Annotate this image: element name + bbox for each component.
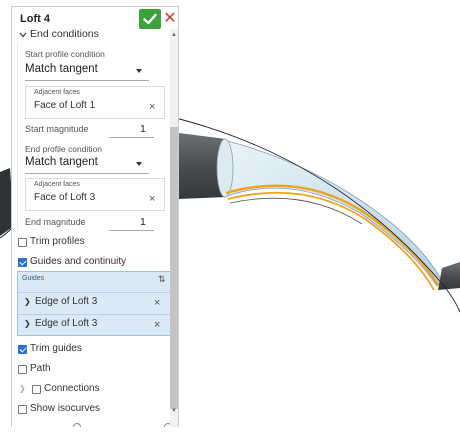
dialog-title: Loft 4	[20, 13, 50, 25]
end-profile-condition-label: End profile condition	[25, 144, 103, 154]
dialog-header: Loft 4 ✕	[12, 7, 178, 29]
chevron-down-icon[interactable]	[136, 69, 142, 73]
guides-list[interactable]: Guides ⇅ ❯ Edge of Loft 3 × ❯ Edge of Lo…	[17, 271, 172, 336]
remove-guide-icon[interactable]: ×	[154, 298, 160, 309]
start-profile-condition-select[interactable]: Match tangent	[25, 63, 98, 75]
guide-list-item[interactable]: ❯ Edge of Loft 3 ×	[18, 292, 171, 313]
guide-edge-1	[225, 184, 440, 286]
end-profile-condition-select[interactable]: Match tangent	[25, 156, 98, 168]
remove-guide-icon[interactable]: ×	[154, 320, 160, 331]
guides-and-continuity-checkbox[interactable]	[18, 258, 27, 267]
trim-guides-label[interactable]: Trim guides	[30, 343, 82, 354]
remove-start-face-icon[interactable]: ×	[149, 102, 155, 113]
guide-item-label[interactable]: Edge of Loft 3	[35, 296, 97, 307]
end-adjacent-faces-box[interactable]: Adjacent faces Face of Loft 3 ×	[25, 178, 165, 211]
cancel-button[interactable]: ✕	[163, 10, 177, 28]
end-conditions-section-label[interactable]: End conditions	[30, 28, 99, 40]
start-magnitude-underline	[109, 137, 154, 138]
connections-checkbox[interactable]	[32, 385, 41, 394]
end-adjacent-faces-label: Adjacent faces	[34, 181, 80, 188]
radio-icon[interactable]	[73, 423, 81, 427]
close-icon: ✕	[163, 10, 177, 27]
guide-item-label[interactable]: Edge of Loft 3	[35, 318, 97, 329]
trim-guides-checkbox[interactable]	[18, 345, 27, 354]
start-magnitude-label: Start magnitude	[25, 124, 89, 134]
start-profile-condition-label: Start profile condition	[25, 49, 105, 59]
end-adjacent-face-item[interactable]: Face of Loft 3	[34, 192, 95, 203]
end-select-underline	[25, 173, 149, 174]
check-icon	[143, 13, 157, 25]
trim-profiles-label[interactable]: Trim profiles	[30, 236, 85, 247]
trim-profiles-checkbox[interactable]	[18, 238, 27, 247]
guides-and-continuity-label[interactable]: Guides and continuity	[30, 256, 126, 267]
sort-icon[interactable]: ⇅	[158, 274, 166, 285]
accept-button[interactable]	[139, 9, 161, 29]
start-magnitude-input[interactable]: 1	[140, 123, 146, 135]
chevron-right-icon[interactable]: ❯	[19, 384, 26, 393]
loft-feature-dialog: Loft 4 ✕ End conditions Start profile co…	[11, 6, 179, 427]
end-magnitude-label: End magnitude	[25, 217, 86, 227]
guide-list-item[interactable]: ❯ Edge of Loft 3 ×	[18, 314, 171, 335]
connections-label[interactable]: Connections	[44, 383, 100, 394]
path-label[interactable]: Path	[30, 363, 51, 374]
chevron-down-icon[interactable]	[19, 32, 27, 38]
start-adjacent-faces-label: Adjacent faces	[34, 89, 80, 96]
show-isocurves-checkbox[interactable]	[18, 405, 27, 414]
panel-scrollbar-thumb[interactable]	[170, 127, 178, 409]
remove-end-face-icon[interactable]: ×	[149, 194, 155, 205]
scroll-up-icon[interactable]: ▲	[170, 32, 178, 38]
end-magnitude-underline	[109, 230, 154, 231]
chevron-right-icon[interactable]: ❯	[24, 319, 31, 328]
right-tube	[438, 262, 460, 290]
start-adjacent-face-item[interactable]: Face of Loft 1	[34, 100, 95, 111]
scroll-down-icon[interactable]: ▼	[170, 408, 178, 414]
start-adjacent-faces-box[interactable]: Adjacent faces Face of Loft 1 ×	[25, 86, 165, 119]
loft-surface	[223, 139, 443, 287]
chevron-down-icon[interactable]	[136, 162, 142, 166]
show-isocurves-label[interactable]: Show isocurves	[30, 403, 100, 414]
loft-start-profile	[216, 138, 234, 198]
chevron-right-icon[interactable]: ❯	[24, 297, 31, 306]
end-magnitude-input[interactable]: 1	[140, 216, 146, 228]
path-checkbox[interactable]	[18, 365, 27, 374]
guides-label: Guides	[22, 275, 45, 282]
start-select-underline	[25, 80, 149, 81]
